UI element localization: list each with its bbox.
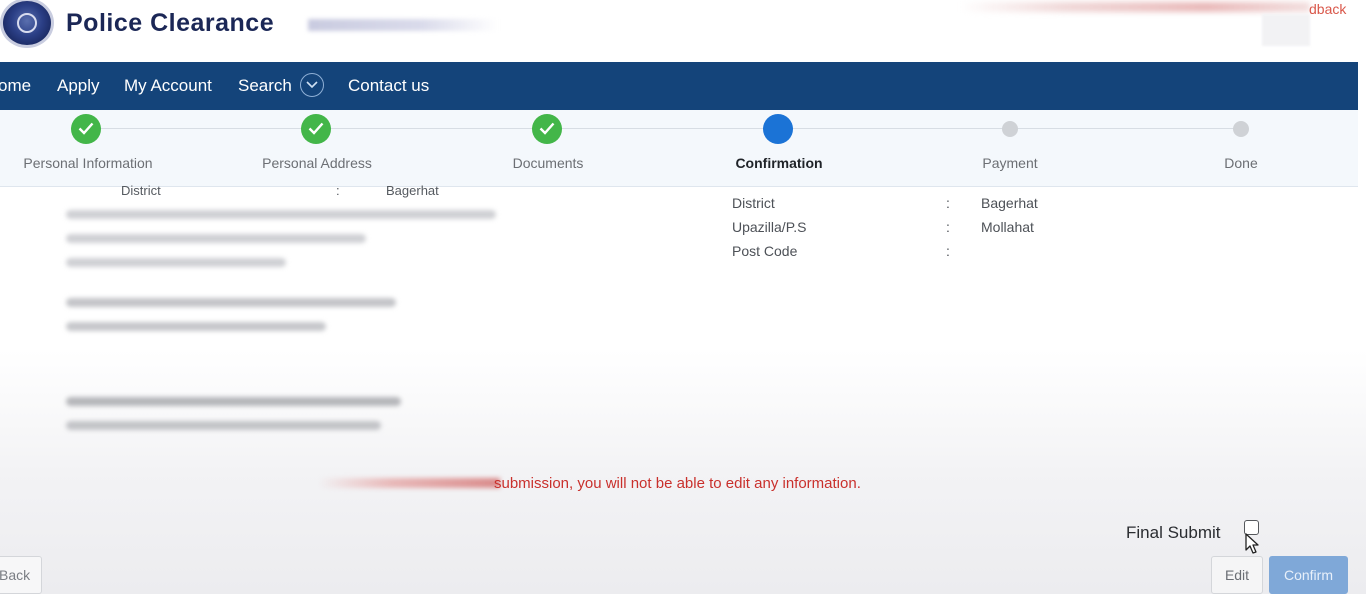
cut-row-label: District: [121, 183, 161, 198]
cut-row-colon: :: [336, 183, 340, 198]
redacted-row: [66, 322, 326, 331]
info-label-upazilla: Upazilla/P.S: [732, 219, 807, 235]
final-submit-label: Final Submit: [1126, 523, 1221, 542]
step-label-personal-information: Personal Information: [23, 155, 153, 171]
info-colon: :: [946, 195, 950, 211]
police-logo-icon[interactable]: [0, 0, 54, 48]
nav-search[interactable]: Search: [238, 76, 292, 96]
blurred-top-text: [960, 2, 1310, 12]
confirm-button[interactable]: Confirm: [1269, 556, 1348, 594]
submission-warning: submission, you will not be able to edit…: [494, 475, 861, 492]
progress-stepper: Personal Information Personal Address Do…: [0, 110, 1358, 187]
nav-my-account[interactable]: My Account: [124, 76, 212, 96]
redacted-row: [66, 234, 366, 243]
step-pending-dot: [1002, 121, 1018, 137]
step-label-payment: Payment: [982, 155, 1038, 171]
chevron-down-icon[interactable]: [300, 73, 324, 97]
feedback-link[interactable]: dback: [1309, 1, 1346, 17]
step-pending-dot: [1233, 121, 1249, 137]
step-label-personal-address: Personal Address: [262, 155, 372, 171]
redacted-row: [66, 421, 381, 430]
step-label-done: Done: [1224, 155, 1258, 171]
back-button[interactable]: Back: [0, 556, 42, 594]
header-widget: [1262, 14, 1310, 46]
redacted-row: [66, 258, 286, 267]
confirmation-content: District : Bagerhat District : Bagerhat …: [0, 183, 1366, 594]
info-value-upazilla: Mollahat: [981, 219, 1034, 235]
redacted-row: [66, 298, 396, 307]
info-colon: :: [946, 219, 950, 235]
redacted-row: [66, 210, 496, 219]
page: Police Clearance dback ome Apply My Acco…: [0, 0, 1366, 594]
step-label-documents: Documents: [512, 155, 584, 171]
step-done-check-icon: [71, 114, 101, 144]
edit-button[interactable]: Edit: [1211, 556, 1263, 594]
info-label-post-code: Post Code: [732, 243, 798, 259]
info-value-district: Bagerhat: [981, 195, 1038, 211]
main-navbar: ome Apply My Account Search Contact us: [0, 62, 1358, 110]
step-label-confirmation: Confirmation: [735, 155, 823, 171]
site-header: Police Clearance dback: [0, 0, 1366, 62]
step-done-check-icon: [301, 114, 331, 144]
nav-apply[interactable]: Apply: [57, 76, 100, 96]
stepper-line: [86, 128, 1241, 129]
info-label-district: District: [732, 195, 775, 211]
step-done-check-icon: [532, 114, 562, 144]
blurred-subtitle: [308, 19, 498, 31]
step-current-dot: [763, 114, 793, 144]
info-colon: :: [946, 243, 950, 259]
redacted-row: [66, 397, 401, 406]
cut-row-value: Bagerhat: [386, 183, 439, 198]
nav-contact-us[interactable]: Contact us: [348, 76, 429, 96]
blurred-warning-start: [318, 478, 500, 488]
nav-home[interactable]: ome: [0, 76, 31, 96]
site-title[interactable]: Police Clearance: [66, 9, 274, 38]
